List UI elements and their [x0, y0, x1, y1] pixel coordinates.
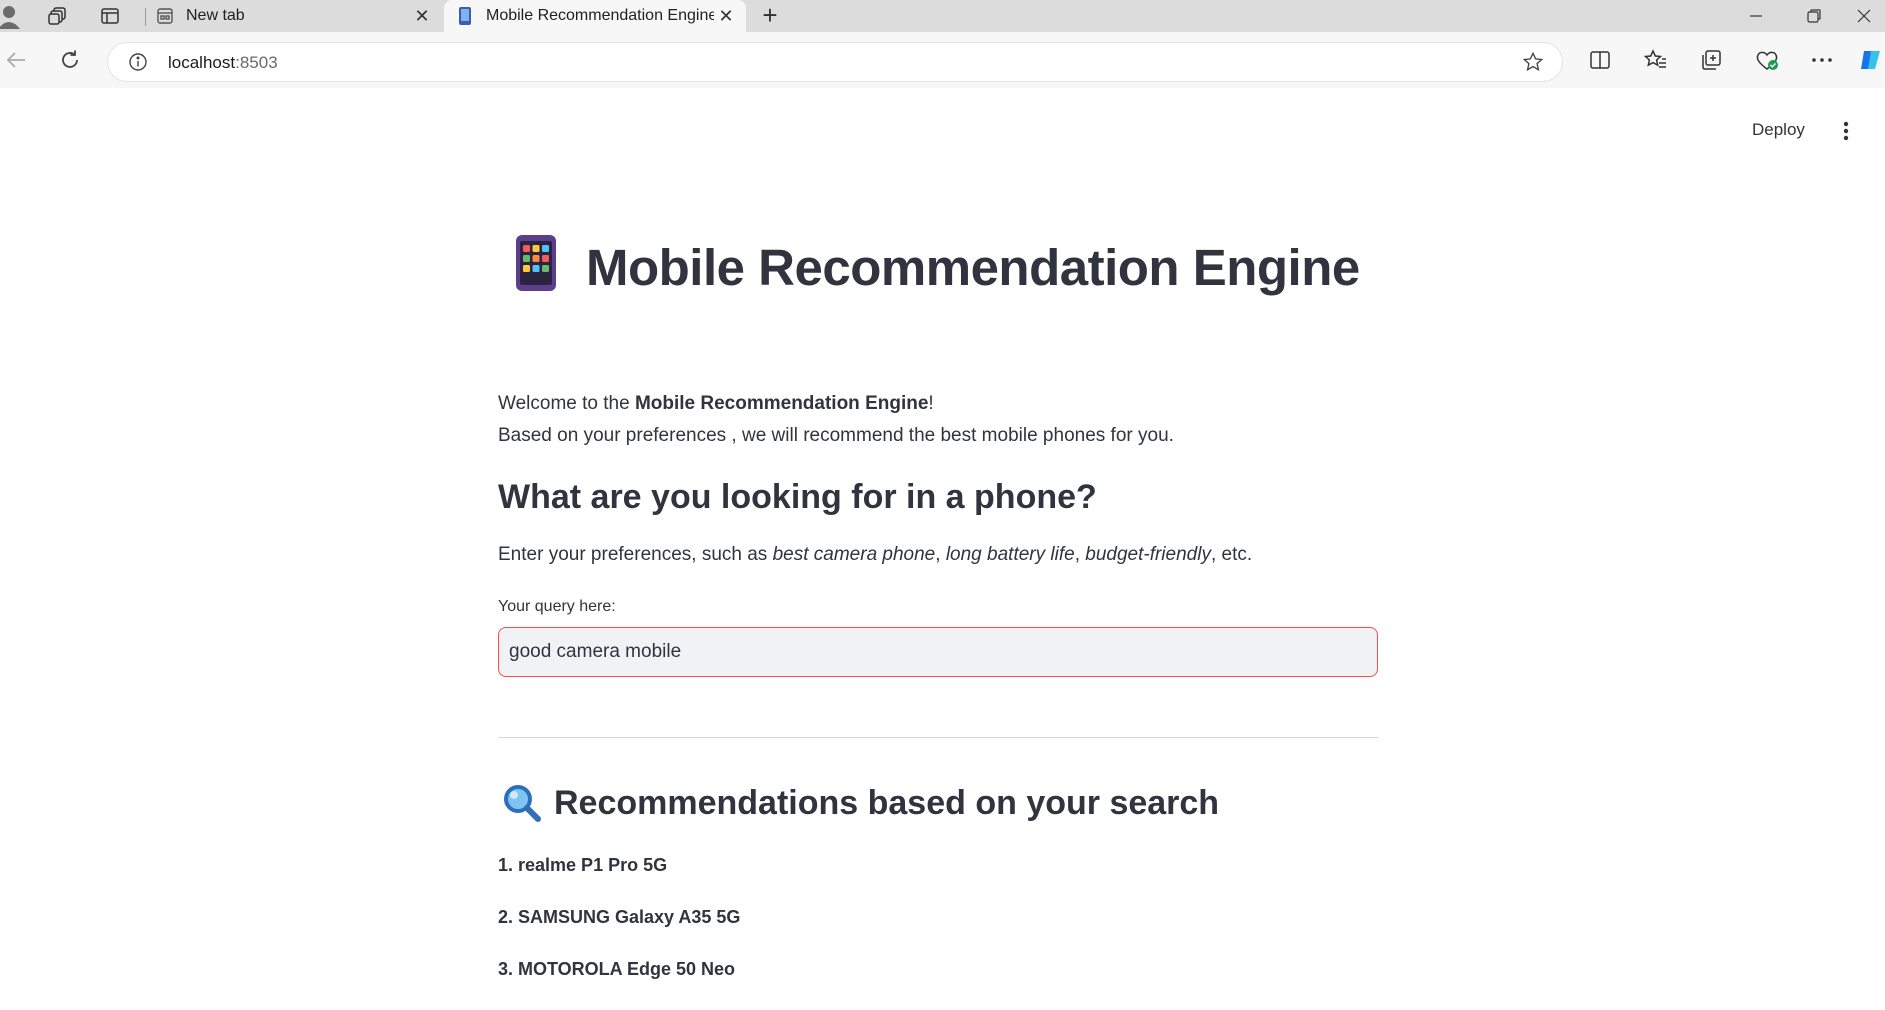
- recommendation-item: 3. MOTOROLA Edge 50 Neo: [498, 959, 736, 979]
- new-tab-plus-icon[interactable]: +: [756, 2, 784, 30]
- hint-prefix: Enter your preferences, such as: [498, 544, 773, 565]
- split-screen-icon[interactable]: [1586, 46, 1614, 74]
- more-options-icon[interactable]: [1808, 46, 1836, 74]
- main-menu-icon[interactable]: [1836, 120, 1856, 142]
- question-heading: What are you looking for in a phone?: [498, 478, 1097, 516]
- close-tab-icon[interactable]: ✕: [410, 4, 434, 28]
- favorite-star-icon[interactable]: [1522, 51, 1544, 73]
- intro-text: Welcome to the Mobile Recommendation Eng…: [498, 388, 1174, 452]
- site-info-icon[interactable]: [128, 52, 148, 72]
- refresh-icon[interactable]: [56, 46, 84, 74]
- hint-example-1: best camera phone: [772, 544, 936, 565]
- workspaces-icon[interactable]: [46, 4, 70, 28]
- tab-separator: [145, 8, 146, 26]
- tab-title: Mobile Recommendation Engine: [486, 7, 714, 24]
- welcome-prefix: Welcome to the: [498, 393, 635, 414]
- magnifying-glass-icon: [502, 783, 542, 823]
- browser-tab-bar: New tab ✕ Mobile Recommendation Engine ✕…: [0, 0, 1885, 32]
- close-tab-icon[interactable]: ✕: [714, 4, 738, 28]
- url-port: :8503: [235, 53, 278, 72]
- hint-example-2: long battery life: [945, 544, 1075, 565]
- url-text[interactable]: localhost:8503: [168, 53, 278, 73]
- vertical-tabs-icon[interactable]: [98, 4, 122, 28]
- mobile-phone-emoji-icon: [514, 235, 558, 291]
- query-label: Your query here:: [498, 598, 616, 615]
- page-title: Mobile Recommendation Engine: [498, 235, 1378, 301]
- divider: [498, 737, 1378, 738]
- tab-new-tab[interactable]: New tab ✕: [152, 0, 442, 32]
- app-main: Deploy Mobile Recommendation Engine Welc…: [0, 90, 1885, 1010]
- copilot-icon[interactable]: [1857, 46, 1885, 74]
- deploy-button[interactable]: Deploy: [1752, 120, 1805, 140]
- restore-icon[interactable]: [1786, 0, 1842, 32]
- hint-example-3: budget-friendly: [1085, 544, 1211, 565]
- welcome-suffix: !: [928, 393, 934, 414]
- tab-mobile-recommendation-engine[interactable]: Mobile Recommendation Engine ✕: [444, 0, 746, 32]
- results-heading: Recommendations based on your search: [498, 783, 1219, 823]
- minimize-icon[interactable]: [1728, 0, 1784, 32]
- profile-avatar-icon[interactable]: [0, 3, 22, 29]
- welcome-bold: Mobile Recommendation Engine: [634, 393, 929, 414]
- favorites-icon[interactable]: [1642, 46, 1670, 74]
- address-toolbar: localhost:8503: [0, 32, 1885, 122]
- new-tab-page-icon: [156, 7, 174, 25]
- hint-text: Enter your preferences, such as best cam…: [498, 544, 1252, 566]
- collections-icon[interactable]: [1697, 46, 1725, 74]
- page-title-text: Mobile Recommendation Engine: [586, 239, 1360, 296]
- tab-title: New tab: [186, 7, 245, 24]
- close-window-icon[interactable]: [1842, 0, 1885, 32]
- intro-line2: Based on your preferences , we will reco…: [498, 425, 1174, 446]
- hint-sep-2: ,: [1074, 544, 1086, 565]
- address-bar[interactable]: localhost:8503: [107, 42, 1563, 82]
- url-host: localhost: [168, 53, 236, 72]
- mobile-phone-icon: [456, 7, 474, 25]
- browser-essentials-icon[interactable]: [1753, 46, 1781, 74]
- results-heading-text: Recommendations based on your search: [554, 783, 1220, 822]
- hint-suffix: , etc.: [1210, 544, 1253, 565]
- hint-sep-1: ,: [935, 544, 946, 565]
- recommendation-item: 1. realme P1 Pro 5G: [498, 855, 668, 875]
- query-input[interactable]: [498, 627, 1378, 677]
- recommendation-item: 2. SAMSUNG Galaxy A35 5G: [498, 907, 741, 927]
- back-arrow-icon[interactable]: [2, 46, 30, 74]
